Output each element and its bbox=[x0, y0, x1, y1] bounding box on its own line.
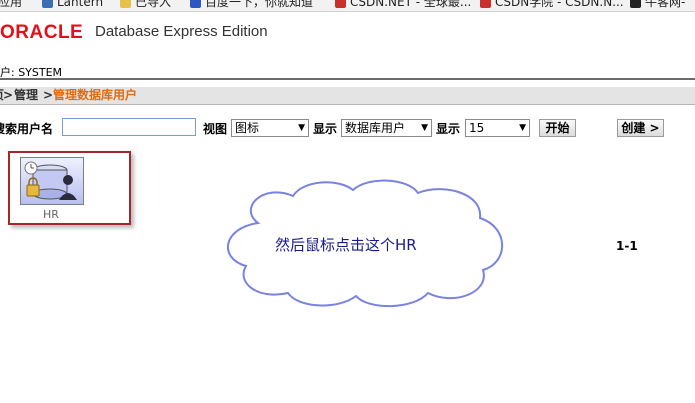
csdn-icon bbox=[480, 0, 491, 8]
bookmark-csdn-edu[interactable]: CSDN学院 - CSDN.N... bbox=[480, 0, 624, 10]
breadcrumb: 主页 > 管理 > 管理数据库用户 bbox=[0, 87, 695, 105]
nowcoder-icon bbox=[630, 0, 641, 8]
folder-icon bbox=[120, 0, 131, 8]
oracle-logo[interactable]: ORACLE bbox=[0, 22, 83, 44]
breadcrumb-current: 管理数据库用户 bbox=[53, 88, 138, 102]
lantern-icon bbox=[42, 0, 53, 8]
chevron-down-icon: ▼ bbox=[421, 123, 428, 133]
view-label: 视图 bbox=[203, 122, 228, 136]
database-user-icon[interactable] bbox=[20, 157, 84, 205]
search-label: 搜索用户名 bbox=[0, 122, 54, 136]
rows-select[interactable]: 15 ▼ bbox=[465, 119, 530, 137]
bookmark-nowcoder[interactable]: 牛客网- bbox=[630, 0, 685, 10]
bookmark-apps[interactable]: 应用 bbox=[0, 0, 22, 10]
breadcrumb-admin[interactable]: 管理 bbox=[14, 87, 38, 104]
breadcrumb-separator: > bbox=[3, 88, 14, 102]
bookmark-label: 牛客网- bbox=[645, 0, 686, 9]
bookmark-label: 已导入 bbox=[135, 0, 172, 9]
go-button[interactable]: 开始 bbox=[539, 119, 576, 137]
view-select[interactable]: 图标 ▼ bbox=[231, 119, 309, 137]
pagination-range: 1-1 bbox=[616, 239, 638, 253]
user-tile-label[interactable]: HR bbox=[43, 208, 59, 221]
create-button[interactable]: 创建 > bbox=[617, 119, 664, 137]
rows-select-value: 15 bbox=[469, 121, 485, 135]
display-label: 显示 bbox=[313, 122, 338, 136]
bookmark-label: CSDN.NET - 全球最... bbox=[350, 0, 472, 9]
header-divider bbox=[0, 78, 695, 80]
bookmark-label: 应用 bbox=[0, 0, 23, 9]
chevron-down-icon: ▼ bbox=[298, 123, 305, 133]
bookmark-label: Lantern bbox=[57, 0, 104, 9]
display-select[interactable]: 数据库用户 ▼ bbox=[341, 119, 432, 137]
show-label: 显示 bbox=[436, 122, 461, 136]
bookmark-baidu[interactable]: 百度一下，你就知道 bbox=[190, 0, 313, 10]
display-select-value: 数据库用户 bbox=[345, 121, 406, 135]
bookmark-csdn[interactable]: CSDN.NET - 全球最... bbox=[335, 0, 471, 10]
csdn-icon bbox=[335, 0, 346, 8]
view-select-value: 图标 bbox=[235, 121, 260, 135]
breadcrumb-separator: > bbox=[43, 88, 54, 102]
bookmark-label: CSDN学院 - CSDN.N... bbox=[495, 0, 624, 9]
product-name: Database Express Edition bbox=[95, 23, 268, 40]
bookmark-label: 百度一下，你就知道 bbox=[205, 0, 314, 9]
annotation-text: 然后鼠标点击这个HR bbox=[275, 236, 417, 254]
baidu-icon bbox=[190, 0, 201, 8]
chevron-down-icon: ▼ bbox=[519, 123, 526, 133]
bookmark-imported[interactable]: 已导入 bbox=[120, 0, 171, 10]
database-user-icon-graphic bbox=[24, 161, 77, 200]
search-input[interactable] bbox=[62, 118, 196, 136]
bookmarks-bar: 应用 Lantern 已导入 百度一下，你就知道 CSDN.NET - 全球最.… bbox=[0, 0, 695, 12]
user-tile-hr[interactable]: HR bbox=[8, 151, 131, 225]
bookmark-lantern[interactable]: Lantern bbox=[42, 0, 103, 10]
